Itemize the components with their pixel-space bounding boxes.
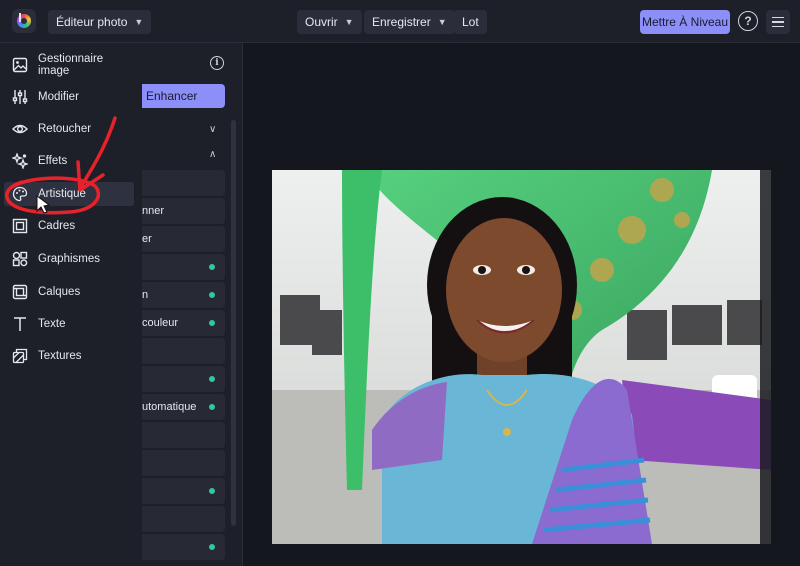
chevron-down-icon: ▼ (134, 17, 144, 27)
chevron-up-icon[interactable]: ∧ (209, 149, 216, 160)
menu-item-layers[interactable]: Calques (4, 280, 134, 304)
chevron-down-icon: ▼ (437, 17, 447, 27)
image-icon (12, 57, 28, 73)
menu-item-label: Artistique (38, 188, 86, 200)
menu-item-label: Effets (38, 155, 68, 167)
shapes-icon (12, 251, 28, 267)
tool-row[interactable]: utomatique (142, 394, 225, 420)
tool-row[interactable] (142, 170, 225, 196)
status-dot (209, 292, 215, 298)
menu-item-label: Calques (38, 286, 81, 298)
status-dot (209, 488, 215, 494)
menu-item-label: Graphismes (38, 253, 100, 265)
open-label: Ouvrir (305, 15, 338, 29)
mode-label: Éditeur photo (56, 15, 128, 29)
tool-row[interactable] (142, 534, 225, 560)
tool-row[interactable] (142, 450, 225, 476)
mode-dropdown[interactable]: Éditeur photo ▼ (48, 10, 152, 34)
save-label: Enregistrer (372, 15, 431, 29)
menu-item-edit[interactable]: Modifier (4, 85, 134, 109)
menu-item-label: Textures (38, 350, 82, 362)
menu-item-artistic[interactable]: Artistique (4, 182, 134, 206)
palette-icon (12, 186, 28, 202)
main-menu: Gestionnaire image Modifier Retoucher Ef… (0, 43, 142, 566)
enhancer-button[interactable]: Enhancer (142, 84, 225, 108)
app-logo-icon[interactable] (12, 9, 36, 33)
tool-row[interactable] (142, 422, 225, 448)
menu-item-label: Modifier (38, 91, 79, 103)
help-icon[interactable]: ? (738, 11, 758, 31)
info-icon[interactable]: i (210, 56, 224, 70)
sliders-icon (12, 89, 28, 105)
tool-row[interactable] (142, 254, 225, 280)
photo-illustration (272, 170, 771, 544)
chevron-down-icon: ▼ (344, 17, 354, 27)
tool-row[interactable]: nner (142, 198, 225, 224)
status-dot (209, 404, 215, 410)
tool-row-label: couleur (142, 317, 179, 329)
menu-item-label: Texte (38, 318, 66, 330)
menu-item-graphics[interactable]: Graphismes (4, 247, 134, 271)
open-dropdown[interactable]: Ouvrir ▼ (297, 10, 362, 34)
tool-row[interactable] (142, 338, 225, 364)
texture-icon (12, 348, 28, 364)
tool-row[interactable]: n (142, 282, 225, 308)
sparkles-icon (12, 153, 28, 169)
batch-button[interactable]: Lot (454, 10, 487, 34)
tool-row[interactable] (142, 366, 225, 392)
tool-row-label: er (142, 233, 152, 245)
save-dropdown[interactable]: Enregistrer ▼ (364, 10, 455, 34)
menu-item-textures[interactable]: Textures (4, 344, 134, 368)
status-dot (209, 320, 215, 326)
batch-label: Lot (462, 15, 479, 29)
tool-row[interactable] (142, 506, 225, 532)
tool-row[interactable]: couleur (142, 310, 225, 336)
panel-scrollbar[interactable] (231, 120, 236, 526)
layers-icon (12, 284, 28, 300)
tool-row[interactable] (142, 478, 225, 504)
menu-item-effects[interactable]: Effets (4, 149, 134, 173)
eye-icon (12, 121, 28, 137)
text-icon (12, 316, 28, 332)
tool-row-label: n (142, 289, 149, 301)
menu-item-label: Retoucher (38, 123, 92, 135)
menu-item-frames[interactable]: Cadres (4, 214, 134, 238)
status-dot (209, 544, 215, 550)
tool-row-label: utomatique (142, 401, 197, 413)
top-bar: Éditeur photo ▼ Ouvrir ▼ Enregistrer ▼ L… (0, 0, 800, 43)
hamburger-menu-icon[interactable] (766, 10, 790, 34)
menu-item-retouch[interactable]: Retoucher (4, 117, 134, 141)
menu-item-label: Cadres (38, 220, 76, 232)
menu-item-image-manager[interactable]: Gestionnaire image (4, 53, 134, 77)
tool-row-label: nner (142, 205, 165, 217)
frame-icon (12, 218, 28, 234)
upgrade-button[interactable]: Mettre À Niveau (640, 10, 730, 34)
menu-item-text[interactable]: Texte (4, 312, 134, 336)
edited-photo[interactable] (272, 170, 771, 544)
status-dot (209, 264, 215, 270)
menu-item-label: Gestionnaire image (38, 53, 104, 77)
status-dot (209, 376, 215, 382)
tool-row[interactable]: er (142, 226, 225, 252)
chevron-down-icon[interactable]: ∨ (209, 124, 216, 135)
